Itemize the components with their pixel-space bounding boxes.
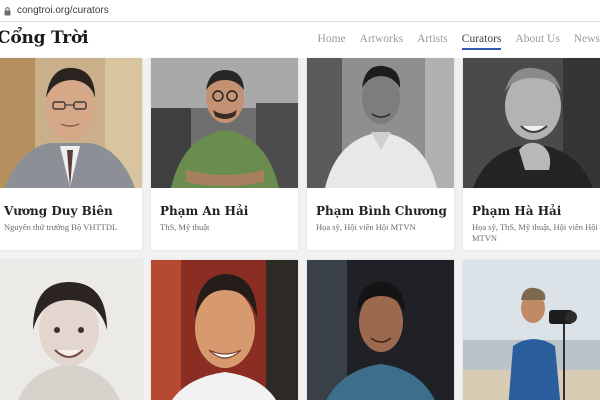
nav-artists[interactable]: Artists (417, 33, 448, 45)
curator-name: Phạm An Hải (160, 204, 249, 218)
site-header: Cổng Trời Home Artworks Artists Curators… (0, 22, 600, 58)
lock-icon (4, 6, 11, 15)
curator-photo (0, 58, 142, 188)
curator-photo (151, 260, 298, 400)
main-nav: Home Artworks Artists Curators About Us … (304, 33, 600, 50)
nav-about-us[interactable]: About Us (515, 33, 559, 45)
curator-role: ThS, Mỹ thuật (160, 222, 210, 232)
site-logo[interactable]: Cổng Trời (0, 28, 89, 48)
curator-card[interactable] (307, 260, 454, 400)
curator-name: Vương Duy Biên (4, 204, 113, 218)
curator-name: Phạm Hà Hải (472, 204, 562, 218)
curator-card[interactable] (463, 260, 600, 400)
nav-curators[interactable]: Curators (461, 33, 501, 50)
curator-name: Phạm Bình Chương (316, 204, 447, 218)
curator-photo (151, 58, 298, 188)
nav-news[interactable]: News (574, 33, 600, 45)
curator-photo (0, 260, 142, 400)
curator-role: Họa sỹ, ThS, Mỹ thuật, Hội viên Hội MTVN (472, 222, 598, 243)
curator-card[interactable]: Phạm An Hải ThS, Mỹ thuật (151, 58, 298, 250)
curator-photo (463, 260, 600, 400)
curator-card[interactable]: Vương Duy Biên Nguyên thứ trưởng Bộ VHTT… (0, 58, 142, 250)
url-text: congtroi.org/curators (17, 5, 109, 16)
curator-photo (463, 58, 600, 188)
nav-artworks[interactable]: Artworks (360, 33, 403, 45)
curator-card[interactable] (151, 260, 298, 400)
curator-card[interactable]: Phạm Hà Hải Họa sỹ, ThS, Mỹ thuật, Hội v… (463, 58, 600, 250)
curator-role: Nguyên thứ trưởng Bộ VHTTDL (4, 222, 118, 232)
curator-photo (307, 260, 454, 400)
address-bar[interactable]: congtroi.org/curators (0, 0, 600, 22)
curator-photo (307, 58, 454, 188)
curator-card[interactable] (0, 260, 142, 400)
nav-home[interactable]: Home (318, 33, 346, 45)
curator-card[interactable]: Phạm Bình Chương Họa sỹ, Hội viên Hội MT… (307, 58, 454, 250)
curator-role: Họa sỹ, Hội viên Hội MTVN (316, 222, 416, 232)
